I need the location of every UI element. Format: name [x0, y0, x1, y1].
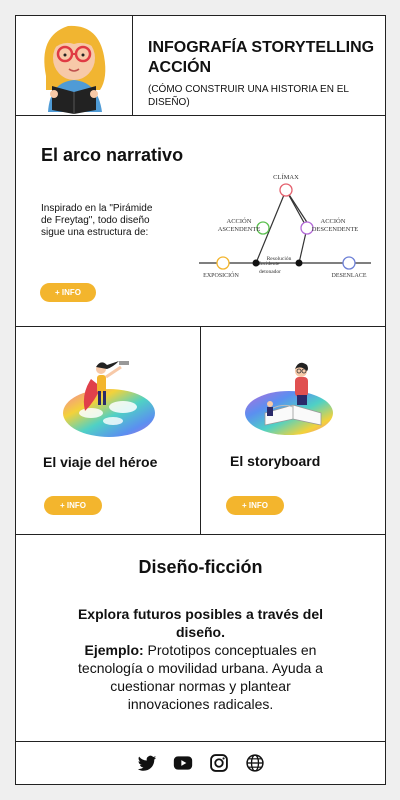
page-title: INFOGRAFÍA STORYTELLING ACCIÓN [148, 39, 375, 76]
instagram-icon[interactable] [209, 753, 229, 773]
girl-reading-book-icon [16, 16, 133, 116]
resolution-label: Resolución [267, 256, 292, 262]
storyboard-card-title: El storyboard [230, 453, 321, 469]
exposition-node [216, 256, 230, 270]
incident-label-2: detonador [259, 269, 281, 275]
section-title: Diseño-ficción [138, 557, 263, 577]
open-book-rainbow-island-icon [245, 362, 333, 435]
hero-info-button[interactable]: + INFO [44, 496, 102, 515]
example-label: Ejemplo: [84, 642, 144, 658]
twitter-icon[interactable] [137, 753, 157, 773]
header: INFOGRAFÍA STORYTELLING ACCIÓN (CÓMO CON… [16, 16, 385, 116]
exposition-label: EXPOSICIÓN [203, 271, 239, 279]
rising-label-1: ACCIÓN [227, 217, 252, 225]
falling-label-1: ACCIÓN [321, 217, 346, 225]
storyboard-info-button[interactable]: + INFO [226, 496, 284, 515]
two-topic-row: El viaje del héroe + INFO El storyboard … [16, 327, 385, 535]
rising-label-2: ASCENDENTE [218, 226, 261, 233]
youtube-icon[interactable] [173, 753, 193, 773]
denouement-label: DESENLACE [332, 273, 367, 279]
narrative-arc-section: El arco narrativo Inspirado en la "Pirám… [16, 116, 385, 327]
climax-label: CLÍMAX [273, 173, 299, 181]
section-description: Inspirado en la "Pirámide de Freytag", t… [41, 203, 153, 238]
climax-node [279, 183, 293, 197]
storyboard-card: El storyboard + INFO [201, 327, 385, 534]
hero-on-rainbow-island-icon [63, 361, 155, 437]
falling-label-2: DESCENDENTE [312, 226, 359, 233]
infographic-card: INFOGRAFÍA STORYTELLING ACCIÓN (CÓMO CON… [15, 15, 386, 785]
freytag-pyramid-diagram: CLÍMAX ACCIÓN ASCENDENTE ACCIÓN DESCENDE… [199, 173, 371, 279]
denouement-node [342, 256, 356, 270]
globe-icon[interactable] [245, 753, 265, 773]
section-body: Explora futuros posibles a través del di… [74, 605, 327, 713]
fiction-example: Ejemplo: Prototipos conceptuales en tecn… [74, 641, 327, 713]
page-subtitle: (CÓMO CONSTRUIR UNA HISTORIA EN EL DISEÑ… [148, 84, 349, 108]
section-title: El arco narrativo [41, 145, 184, 165]
arc-info-button[interactable]: + INFO [40, 283, 96, 302]
resolution-node [295, 259, 303, 267]
fiction-lead: Explora futuros posibles a través del di… [77, 606, 324, 640]
design-fiction-section: Diseño-ficción Explora futuros posibles … [16, 535, 385, 742]
footer [16, 742, 385, 784]
hero-card-title: El viaje del héroe [43, 454, 158, 470]
hero-journey-card: El viaje del héroe + INFO [16, 327, 201, 534]
